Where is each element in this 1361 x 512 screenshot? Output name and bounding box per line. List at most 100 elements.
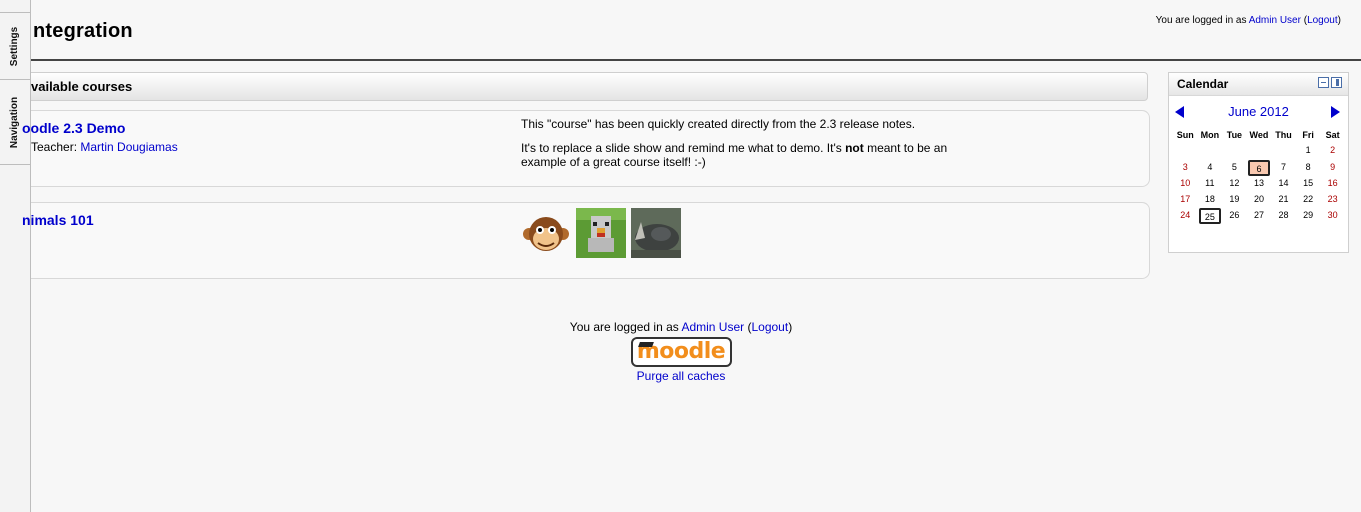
purge-caches-link[interactable]: Purge all caches xyxy=(481,369,881,383)
weekday-header: Sat xyxy=(1325,130,1340,140)
course-image-row xyxy=(521,208,681,258)
block-controls xyxy=(1318,77,1342,88)
calendar-day[interactable]: 24 xyxy=(1173,208,1198,224)
footer: You are logged in as Admin User (Logout)… xyxy=(481,320,881,383)
course-box: nimals 101 xyxy=(22,202,1150,279)
calendar-day-number: 11 xyxy=(1205,178,1215,188)
user-link[interactable]: Admin User xyxy=(1249,15,1301,26)
summary-text: It's to replace a slide show and remind … xyxy=(521,141,846,155)
teacher-label: Teacher: xyxy=(31,140,81,154)
calendar-header: Calendar xyxy=(1169,73,1348,96)
calendar-day[interactable]: 30 xyxy=(1320,208,1345,224)
logout-close: ) xyxy=(788,320,793,334)
calendar-day[interactable]: 8 xyxy=(1296,160,1321,176)
calendar-day[interactable]: 27 xyxy=(1247,208,1272,224)
graduation-cap-icon xyxy=(637,342,654,347)
teacher-link[interactable]: Martin Dougiamas xyxy=(80,140,177,154)
calendar-day-number xyxy=(1248,142,1270,158)
calendar-day-number: 15 xyxy=(1303,178,1314,188)
calendar-day[interactable]: 20 xyxy=(1247,192,1272,208)
calendar-week: 12 xyxy=(1173,142,1345,160)
weekday-header: Wed xyxy=(1249,130,1269,140)
calendar-day-number xyxy=(1174,142,1196,158)
calendar-day-number: 27 xyxy=(1253,210,1264,220)
logout-link[interactable]: Logout xyxy=(751,320,788,334)
course-name-link[interactable]: oodle 2.3 Demo xyxy=(22,120,125,136)
next-month-icon[interactable] xyxy=(1331,106,1340,118)
calendar-week: 3 4 56 7 8 9 xyxy=(1173,160,1345,176)
moodle-logo[interactable]: moodle xyxy=(630,337,732,367)
calendar-day[interactable]: 7 xyxy=(1271,160,1296,176)
available-courses-heading: vailable courses xyxy=(31,72,1148,101)
weekday-header: Tue xyxy=(1226,130,1243,140)
header-divider xyxy=(31,59,1361,61)
calendar-day[interactable]: 28 xyxy=(1271,208,1296,224)
calendar-day[interactable]: 17 xyxy=(1173,192,1198,208)
calendar-day[interactable]: 5 xyxy=(1222,160,1247,176)
calendar-day[interactable]: 9 xyxy=(1320,160,1345,176)
monkey-image xyxy=(523,217,569,251)
course-teacher: Teacher: Martin Dougiamas xyxy=(31,140,178,154)
calendar-empty-cell xyxy=(1247,142,1272,160)
hide-block-icon[interactable] xyxy=(1318,77,1329,88)
calendar-day-number: 13 xyxy=(1253,178,1264,188)
weekday-header: Sun xyxy=(1176,130,1194,140)
calendar-empty-cell xyxy=(1198,142,1223,160)
summary-paragraph: This "course" has been quickly created d… xyxy=(521,117,916,131)
calendar-day[interactable]: 12 xyxy=(1222,176,1247,192)
calendar-empty-cell xyxy=(1173,142,1198,160)
course-name-link[interactable]: nimals 101 xyxy=(22,212,94,228)
calendar-day[interactable]: 15 xyxy=(1296,176,1321,192)
calendar-day-number: 1 xyxy=(1305,145,1311,155)
calendar-month-link[interactable]: June 2012 xyxy=(1169,104,1348,119)
calendar-day[interactable]: 3 xyxy=(1173,160,1198,176)
calendar-day[interactable]: 26 xyxy=(1222,208,1247,224)
dock-tab-navigation-label: Navigation xyxy=(9,96,21,149)
calendar-day-number: 25 xyxy=(1198,208,1221,224)
calendar-week: 10 11 12 13 14 15 16 xyxy=(1173,176,1345,192)
calendar-day-number: 17 xyxy=(1180,194,1191,204)
weekday-header: Fri xyxy=(1302,130,1314,140)
calendar-day[interactable]: 16 xyxy=(1320,176,1345,192)
page-title: ntegration xyxy=(33,20,133,42)
calendar-day[interactable]: 25 xyxy=(1198,208,1223,224)
calendar-day-number: 22 xyxy=(1303,194,1314,204)
calendar-day[interactable]: 14 xyxy=(1271,176,1296,192)
calendar-day[interactable]: 21 xyxy=(1271,192,1296,208)
calendar-day-number: 29 xyxy=(1303,210,1314,220)
calendar-day-number: 4 xyxy=(1207,162,1213,172)
calendar-day-number: 2 xyxy=(1330,145,1336,155)
calendar-day-number: 5 xyxy=(1231,162,1237,172)
summary-paragraph: It's to replace a slide show and remind … xyxy=(521,141,991,169)
calendar-day[interactable]: 11 xyxy=(1198,176,1223,192)
calendar-day-number: 14 xyxy=(1278,178,1289,188)
calendar-day[interactable]: 4 xyxy=(1198,160,1223,176)
calendar-empty-cell xyxy=(1271,142,1296,160)
calendar-day[interactable]: 19 xyxy=(1222,192,1247,208)
calendar-day[interactable]: 18 xyxy=(1198,192,1223,208)
calendar-day[interactable]: 1 xyxy=(1296,142,1321,160)
calendar-day[interactable]: 29 xyxy=(1296,208,1321,224)
weekday-header: Mon xyxy=(1200,130,1220,140)
calendar-day[interactable]: 22 xyxy=(1296,192,1321,208)
user-link[interactable]: Admin User xyxy=(681,320,744,334)
calendar-nav: June 2012 xyxy=(1169,100,1348,128)
calendar-day[interactable]: 6 xyxy=(1247,160,1272,176)
dock-block-icon[interactable] xyxy=(1331,77,1342,88)
header-login-info: You are logged in as Admin User (Logout) xyxy=(1156,15,1341,26)
logout-link[interactable]: Logout xyxy=(1307,15,1338,26)
calendar-day[interactable]: 10 xyxy=(1173,176,1198,192)
calendar-day-number: 3 xyxy=(1182,162,1188,172)
calendar-day[interactable]: 23 xyxy=(1320,192,1345,208)
calendar-day-number: 20 xyxy=(1253,194,1264,204)
login-prefix: You are logged in as xyxy=(569,320,682,334)
calendar-day[interactable]: 2 xyxy=(1320,142,1345,160)
course-summary: This "course" has been quickly created d… xyxy=(521,117,991,179)
calendar-day-number: 10 xyxy=(1180,178,1191,188)
calendar-day[interactable]: 13 xyxy=(1247,176,1272,192)
chicken-image xyxy=(576,208,626,258)
dock-tab-settings[interactable]: Settings xyxy=(0,12,30,80)
calendar-day-number: 21 xyxy=(1278,194,1289,204)
calendar-day-number xyxy=(1273,142,1295,158)
calendar-day-number: 23 xyxy=(1327,194,1338,204)
